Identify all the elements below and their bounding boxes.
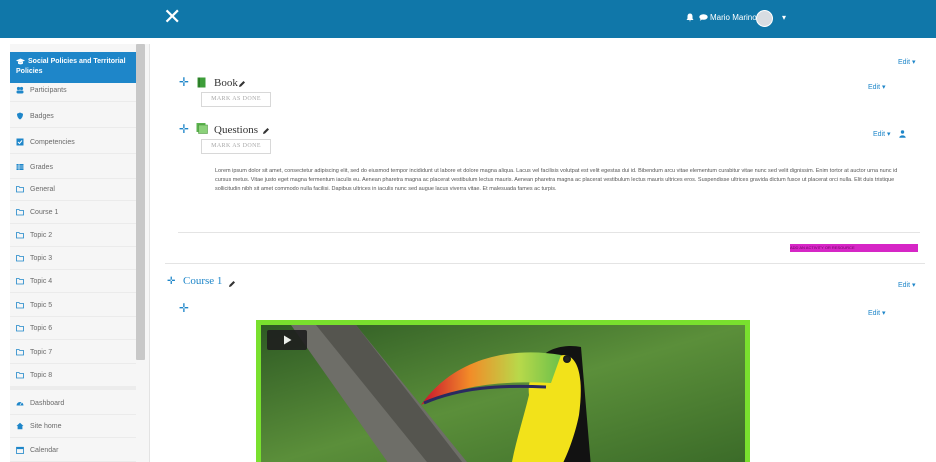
section-edit-menu[interactable]: Edit ▾: [898, 58, 916, 66]
section-divider: [165, 263, 925, 264]
activity-description: Lorem ipsum dolor sit amet, consectetur …: [215, 168, 898, 192]
sidebar-item-topic-3[interactable]: Topic 3: [10, 247, 136, 270]
move-icon[interactable]: ✛: [179, 123, 189, 135]
activity-edit-menu[interactable]: Edit ▾: [868, 309, 886, 317]
sidebar-item-label: Topic 4: [30, 277, 53, 285]
questionnaire-icon: [196, 123, 208, 134]
user-menu-chevron-down-icon[interactable]: ▾: [782, 13, 786, 22]
top-navbar: ✕ Mario Marino ▾: [0, 0, 936, 38]
sidebar-item-label: Badges: [30, 112, 54, 120]
mark-as-done-button[interactable]: MARK AS DONE: [201, 92, 271, 107]
section-divider: [178, 232, 920, 233]
mark-as-done-button[interactable]: MARK AS DONE: [201, 139, 271, 154]
bell-icon[interactable]: [686, 13, 694, 22]
shield-icon: [17, 112, 23, 120]
avatar[interactable]: [756, 10, 773, 27]
sidebar-item-label: Participants: [30, 86, 67, 94]
play-icon: [284, 335, 292, 345]
sidebar-item-label: Grades: [30, 163, 53, 171]
sidebar-scrollbar[interactable]: [136, 44, 145, 360]
sidebar-item-label: Course 1: [30, 208, 59, 216]
users-icon: [16, 86, 24, 94]
folder-icon: [16, 255, 24, 262]
sidebar-item-participants[interactable]: Participants: [10, 79, 136, 102]
user-restriction-icon: [899, 130, 906, 138]
sidebar-item-label: Topic 6: [30, 324, 53, 332]
graduation-cap-icon: [16, 58, 25, 64]
add-activity-link[interactable]: ADD AN ACTIVITY OR RESOURCE: [790, 244, 918, 252]
folder-icon: [16, 302, 24, 309]
edit-title-pencil-icon[interactable]: [228, 280, 236, 288]
sidebar-item-badges[interactable]: Badges: [10, 105, 136, 128]
user-name[interactable]: Mario Marino: [710, 12, 757, 24]
folder-icon: [16, 186, 24, 193]
sidebar-item-general[interactable]: General: [10, 178, 136, 201]
sidebar-item-topic-2[interactable]: Topic 2: [10, 224, 136, 247]
sidebar-item-course-1[interactable]: Course 1: [10, 201, 136, 224]
chat-icon[interactable]: [699, 14, 708, 21]
section-title-course-1[interactable]: Course 1: [183, 275, 222, 287]
folder-icon: [16, 325, 24, 332]
sidebar-item-label: Topic 7: [30, 348, 53, 356]
book-icon: [197, 77, 206, 88]
folder-icon: [16, 232, 24, 239]
sidebar-item-topic-5[interactable]: Topic 5: [10, 294, 136, 317]
edit-title-pencil-icon[interactable]: [238, 80, 246, 88]
activity-edit-menu[interactable]: Edit ▾: [873, 130, 891, 138]
toucan-video-thumbnail: [261, 325, 745, 462]
sidebar-item-topic-6[interactable]: Topic 6: [10, 317, 136, 340]
edit-title-pencil-icon[interactable]: [262, 127, 270, 135]
move-icon[interactable]: ✛: [179, 76, 189, 88]
folder-icon: [16, 372, 24, 379]
move-icon[interactable]: ✛: [179, 302, 189, 314]
check-square-icon: [16, 138, 24, 146]
sidebar-item-label: General: [30, 185, 55, 193]
sidebar-item-competencies[interactable]: Competencies: [10, 131, 136, 154]
home-icon: [16, 422, 24, 430]
sidebar-item-label: Competencies: [30, 138, 75, 146]
folder-icon: [16, 209, 24, 216]
sidebar-item-label: Topic 3: [30, 254, 53, 262]
dashboard-icon: [16, 402, 24, 406]
sidebar-item-topic-8[interactable]: Topic 8: [10, 364, 136, 387]
video-player[interactable]: [256, 320, 750, 462]
section-edit-menu[interactable]: Edit ▾: [898, 281, 916, 289]
close-drawer-button[interactable]: ✕: [163, 6, 181, 30]
sidebar-item-label: Social Policies and Territorial Policies: [16, 58, 126, 75]
sidebar-item-calendar[interactable]: Calendar: [10, 439, 136, 462]
sidebar-item-site-home[interactable]: Site home: [10, 415, 136, 438]
sidebar-item-label: Topic 5: [30, 301, 53, 309]
activity-title-book[interactable]: Book: [214, 77, 238, 89]
table-icon: [16, 164, 24, 170]
sidebar-item-label: Dashboard: [30, 399, 65, 407]
folder-icon: [16, 349, 24, 356]
move-section-icon[interactable]: ✛: [167, 276, 175, 288]
activity-title-questions[interactable]: Questions: [214, 124, 258, 136]
sidebar-item-grades[interactable]: Grades: [10, 156, 136, 179]
sidebar-item-dashboard[interactable]: Dashboard: [10, 392, 136, 415]
play-button[interactable]: [267, 330, 307, 350]
sidebar-item-label: Site home: [30, 422, 62, 430]
folder-icon: [16, 278, 24, 285]
activity-edit-menu[interactable]: Edit ▾: [868, 83, 886, 91]
sidebar-item-label: Topic 8: [30, 371, 53, 379]
sidebar-separator: [10, 386, 136, 390]
sidebar-item-label: Topic 2: [30, 231, 53, 239]
sidebar-item-topic-7[interactable]: Topic 7: [10, 341, 136, 364]
sidebar-item-topic-4[interactable]: Topic 4: [10, 270, 136, 293]
sidebar-item-label: Calendar: [30, 446, 59, 454]
calendar-icon: [16, 446, 24, 454]
